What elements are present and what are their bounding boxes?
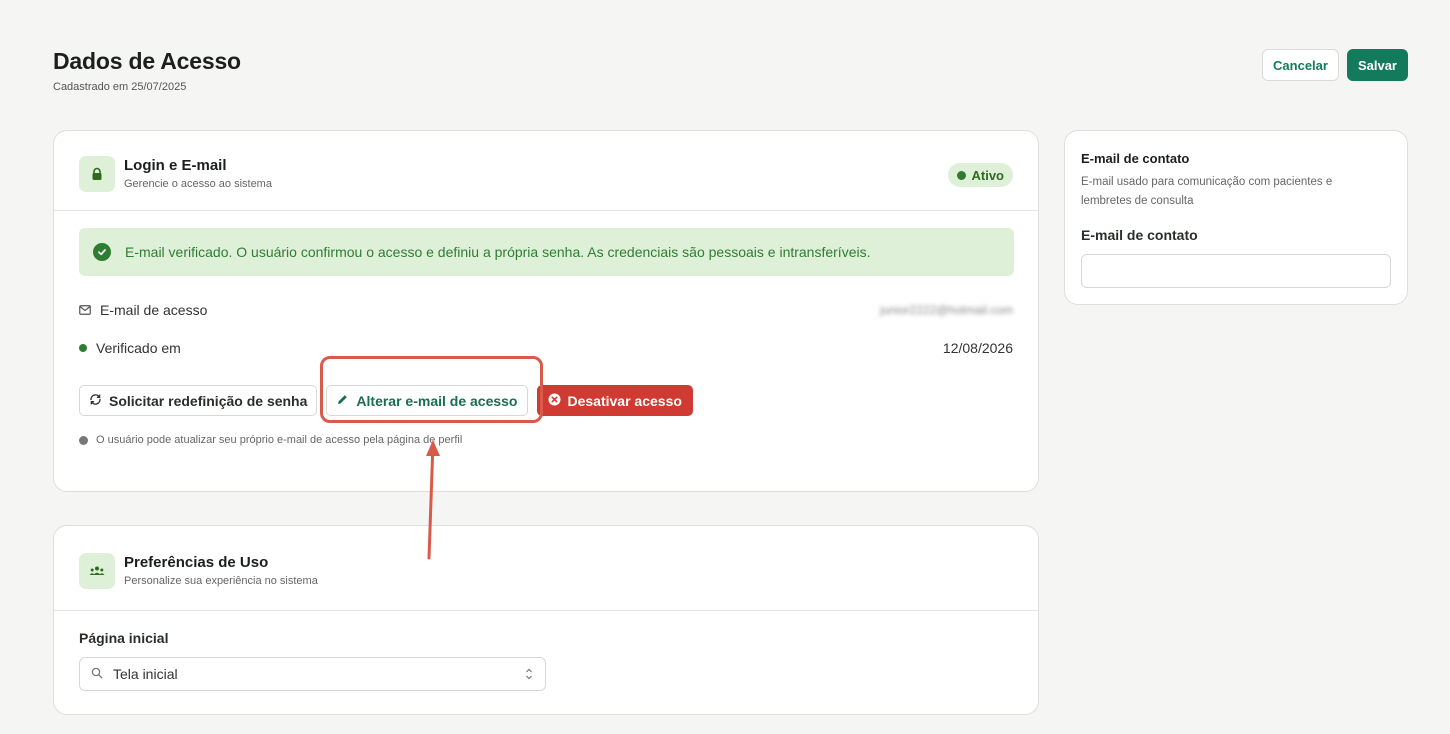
refresh-icon <box>89 393 102 409</box>
annotation-highlight-box <box>320 356 543 423</box>
info-icon <box>79 435 88 445</box>
header-actions: Cancelar Salvar <box>1262 49 1408 81</box>
chevron-up-down-icon <box>525 667 533 684</box>
contact-card-title: E-mail de contato <box>1081 151 1190 166</box>
preferences-card-description: Personalize sua experiência no sistema <box>124 575 318 587</box>
email-value: junior2222@hotmail.com <box>880 303 1013 317</box>
preferences-card-header: Preferências de Uso Personalize sua expe… <box>54 526 1038 611</box>
email-row: E-mail de acesso junior2222@hotmail.com <box>79 300 1013 320</box>
verified-dot-icon <box>79 344 87 352</box>
page-subtitle: Cadastrado em 25/07/2025 <box>53 81 187 93</box>
email-label: E-mail de acesso <box>100 302 208 318</box>
status-badge-label: Ativo <box>971 167 1005 183</box>
preferences-card: Preferências de Uso Personalize sua expe… <box>53 525 1039 715</box>
check-dot-icon <box>956 170 966 180</box>
login-card-description: Gerencie o acesso ao sistema <box>124 178 272 190</box>
contact-email-input[interactable] <box>1081 254 1391 288</box>
contact-email-card: E-mail de contato E-mail usado para comu… <box>1064 130 1408 305</box>
page-header: Dados de Acesso Cadastrado em 25/07/2025 <box>53 48 241 93</box>
preferences-card-title: Preferências de Uso <box>124 554 269 571</box>
search-icon <box>91 666 103 682</box>
check-circle-icon <box>93 243 111 261</box>
contact-card-description: E-mail usado para comunicação com pacien… <box>1081 176 1333 207</box>
page-title: Dados de Acesso <box>53 48 241 74</box>
info-note: O usuário pode atualizar seu próprio e-m… <box>79 434 462 446</box>
mail-icon <box>79 302 91 318</box>
login-card-header: Login e E-mail Gerencie o acesso ao sist… <box>54 131 1038 211</box>
verified-date: 12/08/2026 <box>942 340 1013 356</box>
status-badge: Ativo <box>947 163 1013 187</box>
home-page-value: Tela inicial <box>113 666 178 682</box>
login-card: Login e E-mail Gerencie o acesso ao sist… <box>53 130 1039 492</box>
login-card-title: Login e E-mail <box>124 157 227 174</box>
verified-alert-text: E-mail verificado. O usuário confirmou o… <box>125 244 871 260</box>
reset-password-button[interactable]: Solicitar redefinição de senha <box>79 385 318 416</box>
save-button[interactable]: Salvar <box>1346 49 1408 81</box>
users-icon <box>79 553 115 589</box>
reset-password-label: Solicitar redefinição de senha <box>109 392 308 409</box>
cancel-button[interactable]: Cancelar <box>1262 49 1339 81</box>
home-page-select[interactable]: Tela inicial <box>79 657 546 691</box>
home-page-label: Página inicial <box>79 630 169 646</box>
contact-email-label: E-mail de contato <box>1081 227 1198 243</box>
annotation-arrow-icon <box>426 440 440 560</box>
deactivate-access-button[interactable]: Desativar acesso <box>536 385 693 416</box>
verified-label: Verificado em <box>96 340 181 356</box>
verified-row: Verificado em 12/08/2026 <box>79 338 1013 358</box>
verified-alert: E-mail verificado. O usuário confirmou o… <box>79 228 1014 276</box>
deactivate-access-label: Desativar acesso <box>567 392 682 409</box>
close-circle-icon <box>548 393 561 409</box>
lock-icon <box>79 156 115 192</box>
info-note-text: O usuário pode atualizar seu próprio e-m… <box>96 434 463 446</box>
